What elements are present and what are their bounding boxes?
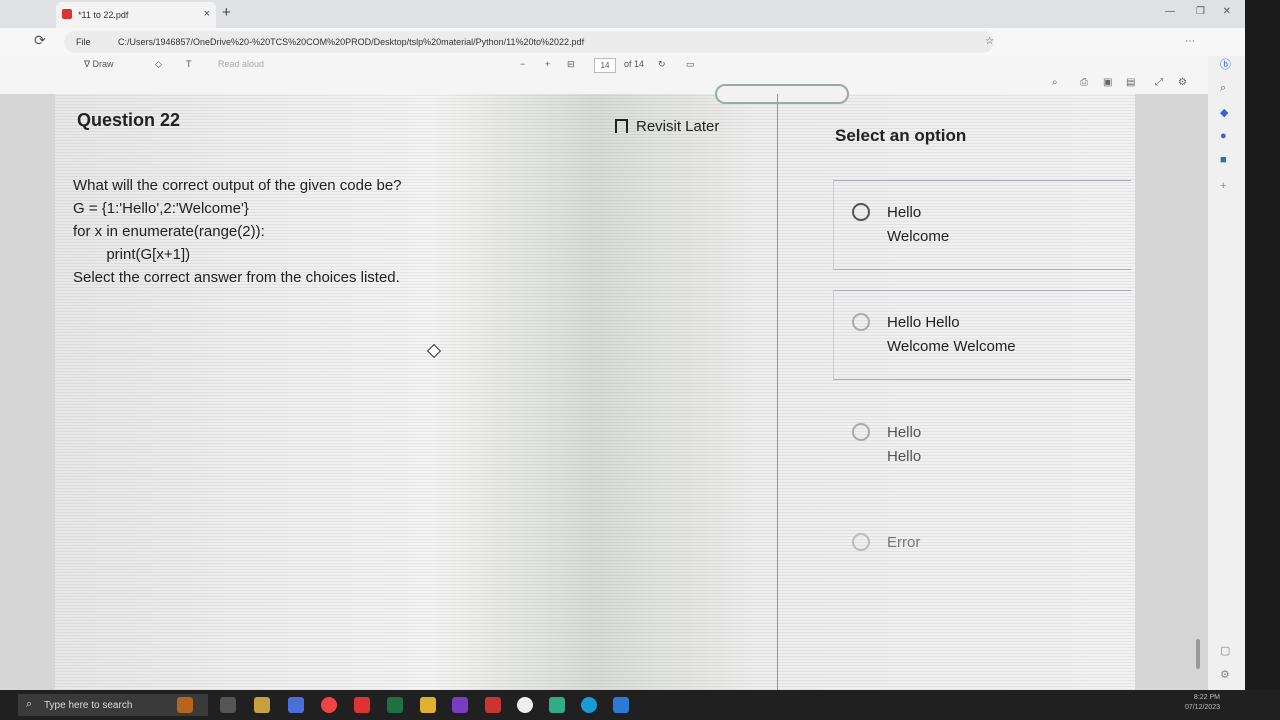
radio-icon[interactable] (852, 533, 870, 551)
edge-icon[interactable] (581, 697, 597, 713)
option-text: Hello (887, 448, 922, 465)
briefcase-icon[interactable] (177, 697, 193, 713)
address-url: C:/Users/1946857/OneDrive%20-%20TCS%20CO… (118, 37, 585, 47)
taskbar-search-placeholder: Type here to search (44, 700, 133, 711)
new-tab-button[interactable]: + (222, 4, 231, 21)
question-text: What will the correct output of the give… (73, 174, 402, 289)
sidebar-add-icon[interactable]: + (1220, 180, 1226, 192)
page-number-input[interactable]: 14 (594, 58, 616, 73)
question-line: Select the correct answer from the choic… (73, 269, 400, 286)
search-icon: ⌕ (26, 698, 33, 710)
app-icon[interactable] (485, 697, 501, 713)
draw-label: Draw (92, 59, 114, 69)
tab-bar: *11 to 22.pdf × + — ❐ ✕ (0, 0, 1245, 28)
question-line: What will the correct output of the give… (73, 177, 402, 194)
question-line: for x in enumerate(range(2)): (73, 223, 265, 240)
pdf-secondary-toolbar: ⌕ ⎙ ▣ ▤ ⤢ ⚙ (0, 74, 1245, 94)
fit-page-icon[interactable]: ⊟ (567, 59, 575, 70)
radio-icon[interactable] (852, 203, 870, 221)
read-aloud-button[interactable]: Read aloud (218, 59, 264, 69)
bookmark-icon (615, 119, 628, 133)
maximize-icon[interactable]: ❐ (1196, 6, 1205, 17)
save-as-icon[interactable]: ▤ (1126, 77, 1135, 88)
pdf-page: Question 22 Revisit Later What will the … (55, 84, 1135, 690)
sidebar-settings-icon[interactable]: ⚙ (1220, 668, 1230, 681)
clock-time: 8:22 PM (1193, 694, 1220, 701)
question-line: print(G[x+1]) (73, 246, 191, 263)
more-menu-icon[interactable]: ⋯ (1185, 36, 1195, 47)
vscode-icon[interactable] (613, 697, 629, 713)
text-tool-icon[interactable]: T (186, 59, 192, 69)
option-text: Hello Hello (887, 314, 960, 331)
radio-icon[interactable] (852, 423, 870, 441)
option-3[interactable]: Hello Hello (833, 400, 1131, 490)
panel-divider (777, 94, 778, 690)
close-tab-icon[interactable]: × (204, 8, 210, 20)
zoom-out-button[interactable]: − (520, 59, 525, 69)
pdf-toolbar: ∇ Draw ◇ T Read aloud − + ⊟ 14 of 14 ↻ ▭ (0, 56, 1245, 75)
page-total: of 14 (624, 59, 645, 69)
onenote-icon[interactable] (452, 697, 468, 713)
revisit-later-button[interactable]: Revisit Later (615, 118, 719, 135)
option-text: Hello (887, 424, 922, 441)
refresh-icon[interactable]: ⟳ (34, 32, 46, 49)
option-text: Hello (887, 204, 922, 221)
save-icon[interactable]: ▣ (1103, 77, 1112, 88)
edge-sidebar: ⓑ ⌕ ◆ ● ■ + ▢ ⚙ (1208, 56, 1245, 690)
settings-icon[interactable]: ⚙ (1178, 77, 1187, 88)
attempted-pill (715, 84, 849, 104)
sidebar-panel-icon[interactable]: ▢ (1220, 644, 1230, 657)
task-view-icon[interactable] (220, 697, 236, 713)
tab-title: *11 to 22.pdf (78, 10, 129, 20)
option-text: Welcome (887, 228, 950, 245)
taskbar: ⌕ Type here to search 8:22 PM 07/12/2023 (0, 690, 1280, 720)
option-1[interactable]: Hello Welcome (833, 180, 1131, 270)
outlook-icon[interactable]: ■ (1220, 154, 1227, 166)
widget-icon[interactable] (254, 697, 270, 713)
zoom-in-button[interactable]: + (545, 59, 550, 69)
option-2[interactable]: Hello Hello Welcome Welcome (833, 290, 1131, 380)
system-clock[interactable]: 8:22 PM 07/12/2023 (1185, 693, 1220, 713)
pdf-file-icon (62, 9, 72, 19)
uipath-icon[interactable] (517, 697, 533, 713)
radio-icon[interactable] (852, 313, 870, 331)
clock-date: 07/12/2023 (1184, 704, 1220, 711)
chrome-icon[interactable] (321, 697, 337, 713)
sidebar-search-icon[interactable]: ⌕ (1220, 82, 1226, 95)
question-title: Question 22 (77, 110, 181, 130)
draw-tool-button[interactable]: ∇ Draw (84, 59, 114, 70)
file-explorer-icon[interactable] (420, 697, 436, 713)
excel-icon[interactable] (387, 697, 403, 713)
sidebar-circle-icon[interactable]: ● (1220, 130, 1227, 142)
option-text: Welcome Welcome (887, 338, 1016, 355)
address-bar-row: ⟳ File C:/Users/1946857/OneDrive%20-%20T… (0, 28, 1245, 56)
select-option-heading: Select an option (835, 126, 967, 145)
print-icon[interactable]: ⎙ (1080, 77, 1088, 88)
pdf-tab[interactable]: *11 to 22.pdf × (56, 2, 216, 28)
eraser-cursor-icon (426, 343, 442, 359)
eraser-icon[interactable]: ◇ (155, 59, 162, 70)
option-text: Error (887, 534, 921, 551)
teams-icon[interactable] (288, 697, 304, 713)
gmail-icon[interactable] (354, 697, 370, 713)
option-4[interactable]: Error (833, 510, 1131, 600)
question-line: G = {1:'Hello',2:'Welcome'} (73, 200, 249, 217)
address-field[interactable]: File C:/Users/1946857/OneDrive%20-%20TCS… (64, 31, 994, 53)
page-view-icon[interactable]: ▭ (686, 59, 695, 70)
fullscreen-icon[interactable]: ⤢ (1155, 77, 1163, 88)
rotate-icon[interactable]: ↻ (658, 59, 666, 70)
vertical-scrollbar[interactable] (1196, 639, 1200, 669)
address-prefix: File (76, 37, 91, 47)
bing-icon[interactable]: ⓑ (1220, 56, 1231, 72)
notepad-icon[interactable] (549, 697, 565, 713)
search-icon[interactable]: ⌕ (1052, 77, 1058, 88)
sidebar-tag-icon[interactable]: ◆ (1220, 106, 1228, 119)
revisit-label: Revisit Later (636, 118, 720, 135)
close-window-icon[interactable]: ✕ (1223, 6, 1231, 17)
favorite-star-icon[interactable]: ☆ (985, 36, 994, 47)
minimize-icon[interactable]: — (1165, 6, 1175, 17)
pdf-viewer[interactable]: Question 22 Revisit Later What will the … (0, 84, 1208, 690)
